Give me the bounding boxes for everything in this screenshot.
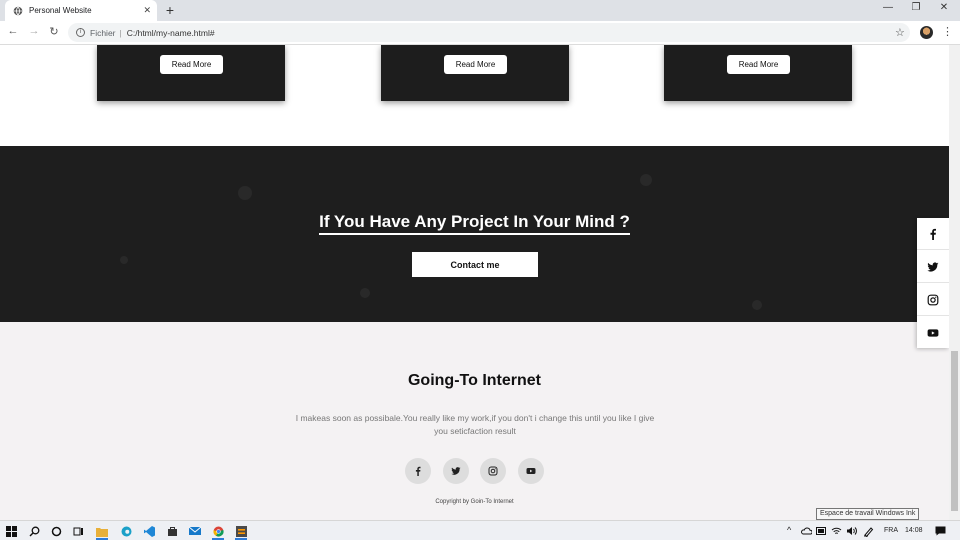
windows-start-icon[interactable] [5, 525, 17, 537]
windows-ink-tooltip: Espace de travail Windows Ink [816, 508, 920, 520]
side-youtube-link[interactable] [917, 317, 949, 349]
browser-tab-strip: Personal Website ✕ + — ❐ ✕ [0, 0, 960, 21]
facebook-icon [415, 466, 421, 476]
side-facebook-link[interactable] [917, 218, 949, 250]
vscode-icon[interactable] [143, 525, 155, 537]
minimize-button[interactable]: — [876, 2, 900, 13]
task-view-icon[interactable] [72, 525, 84, 537]
floating-social-bar [917, 218, 949, 348]
onedrive-icon[interactable] [800, 525, 812, 537]
portfolio-card: Read More [664, 45, 852, 101]
contact-me-button[interactable]: Contact me [412, 252, 538, 277]
read-more-button[interactable]: Read More [727, 55, 790, 74]
address-bar[interactable]: i Fichier | C:/html/my-name.html# [68, 23, 910, 42]
back-button[interactable]: ← [5, 25, 21, 37]
page-scrollbar[interactable] [949, 45, 960, 520]
search-icon[interactable] [28, 525, 40, 537]
address-toolbar: ← → ↻ i Fichier | C:/html/my-name.html# … [0, 21, 960, 45]
input-language[interactable]: FRA [884, 527, 898, 534]
youtube-icon [927, 329, 939, 337]
portfolio-card: Read More [97, 45, 285, 101]
sublime-text-icon[interactable] [235, 525, 247, 540]
footer-title: Going-To Internet [407, 372, 541, 389]
site-footer: Going-To Internet I makeas soon as possi… [0, 322, 949, 520]
read-more-button[interactable]: Read More [160, 55, 223, 74]
footer-twitter-link[interactable] [443, 458, 469, 484]
volume-icon[interactable] [845, 525, 857, 537]
show-hidden-icons-chevron-icon[interactable]: ^ [787, 525, 791, 535]
background-particle [640, 174, 652, 186]
scrollbar-thumb[interactable] [951, 351, 958, 511]
background-particle [238, 186, 252, 200]
notifications-icon[interactable] [934, 525, 946, 537]
read-more-button[interactable]: Read More [444, 55, 507, 74]
bookmark-star-icon[interactable]: ☆ [895, 26, 905, 39]
cortana-icon[interactable] [50, 525, 62, 537]
footer-facebook-link[interactable] [405, 458, 431, 484]
twitter-icon [451, 467, 461, 475]
url-separator: | [119, 27, 122, 38]
instagram-icon [927, 294, 939, 305]
windows-ink-icon[interactable] [862, 525, 874, 537]
info-icon[interactable]: i [76, 28, 85, 37]
mail-icon[interactable] [189, 525, 201, 537]
store-icon[interactable] [166, 525, 178, 537]
profile-avatar[interactable] [920, 26, 933, 39]
project-cta-section: If You Have Any Project In Your Mind ? C… [0, 146, 949, 322]
browser-menu-icon[interactable]: ⋮ [942, 25, 953, 38]
chrome-icon[interactable] [212, 525, 224, 540]
side-twitter-link[interactable] [917, 251, 949, 283]
system-clock[interactable]: 14:08 [905, 527, 923, 534]
reload-button[interactable]: ↻ [46, 25, 62, 38]
forward-button[interactable]: → [26, 25, 42, 37]
battery-icon[interactable] [815, 525, 827, 537]
url-scheme-label: Fichier [90, 27, 116, 38]
tab-title: Personal Website [29, 6, 92, 15]
window-close-button[interactable]: ✕ [932, 2, 956, 13]
facebook-icon [930, 228, 936, 240]
windows-taskbar: ^ FRA 14:08 [0, 520, 960, 540]
url-text[interactable]: C:/html/my-name.html# [127, 28, 215, 38]
background-particle [360, 288, 370, 298]
footer-instagram-link[interactable] [480, 458, 506, 484]
new-tab-button[interactable]: + [162, 2, 178, 18]
browser-tab[interactable]: Personal Website ✕ [5, 0, 157, 21]
footer-youtube-link[interactable] [518, 458, 544, 484]
copyright-text: Copyright by Goin-To Internet [435, 499, 514, 505]
instagram-icon [488, 466, 498, 476]
page-viewport: Read More Read More Read More If You Hav… [0, 45, 949, 520]
youtube-icon [526, 468, 536, 474]
twitter-icon [927, 261, 939, 271]
background-particle [752, 300, 762, 310]
portfolio-card: Read More [381, 45, 569, 101]
edge-icon[interactable] [120, 525, 132, 537]
side-instagram-link[interactable] [917, 284, 949, 316]
restore-button[interactable]: ❐ [904, 2, 928, 13]
file-explorer-icon[interactable] [96, 525, 108, 540]
tab-close-icon[interactable]: ✕ [143, 5, 151, 16]
project-heading: If You Have Any Project In Your Mind ? [0, 212, 949, 235]
wifi-icon[interactable] [830, 525, 842, 537]
background-particle [120, 256, 128, 264]
footer-description: I makeas soon as possibale.You really li… [295, 413, 655, 436]
globe-icon [13, 6, 23, 15]
